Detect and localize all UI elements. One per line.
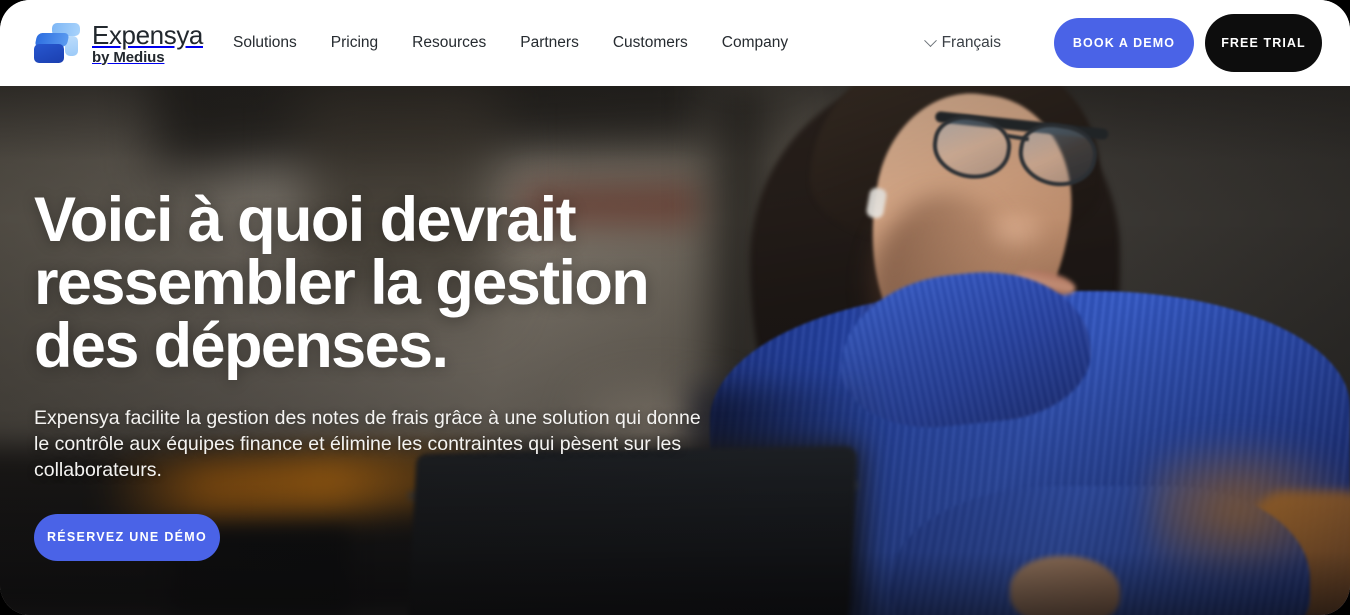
language-label: Français — [941, 34, 1001, 51]
hero-cta-reserve-demo-button[interactable]: RÉSERVEZ UNE DÉMO — [34, 513, 220, 561]
free-trial-button[interactable]: FREE TRIAL — [1205, 14, 1322, 72]
nav-item-partners[interactable]: Partners — [520, 34, 579, 52]
nav-item-solutions[interactable]: Solutions — [233, 34, 297, 52]
nav-item-resources[interactable]: Resources — [412, 34, 486, 52]
site-header: Expensya by Medius Solutions Pricing Res… — [0, 0, 1350, 86]
browser-window: Expensya by Medius Solutions Pricing Res… — [0, 0, 1350, 615]
expensya-layers-logo-icon — [34, 20, 81, 67]
hero-headline: Voici à quoi devrait ressembler la gesti… — [34, 185, 650, 381]
language-selector[interactable]: Français — [923, 33, 1001, 52]
nav-item-customers[interactable]: Customers — [613, 34, 688, 52]
hero-content: Voici à quoi devrait ressembler la gesti… — [34, 189, 734, 561]
hero-subtitle: Expensya facilite la gestion des notes d… — [34, 407, 701, 481]
hero-section: Voici à quoi devrait ressembler la gesti… — [0, 86, 1350, 615]
book-a-demo-button[interactable]: BOOK A DEMO — [1054, 18, 1194, 68]
chevron-down-icon — [923, 33, 937, 47]
main-navigation: Solutions Pricing Resources Partners Cus… — [233, 34, 788, 52]
brand-tagline: by Medius — [92, 48, 165, 66]
header-actions: Français BOOK A DEMO FREE TRIAL — [923, 14, 1322, 72]
brand-name: Expensya — [92, 19, 203, 50]
nav-item-pricing[interactable]: Pricing — [331, 34, 378, 52]
nav-item-company[interactable]: Company — [722, 34, 788, 52]
brand-logo-link[interactable]: Expensya by Medius — [34, 20, 203, 67]
brand-wordmark: Expensya by Medius — [92, 22, 203, 65]
